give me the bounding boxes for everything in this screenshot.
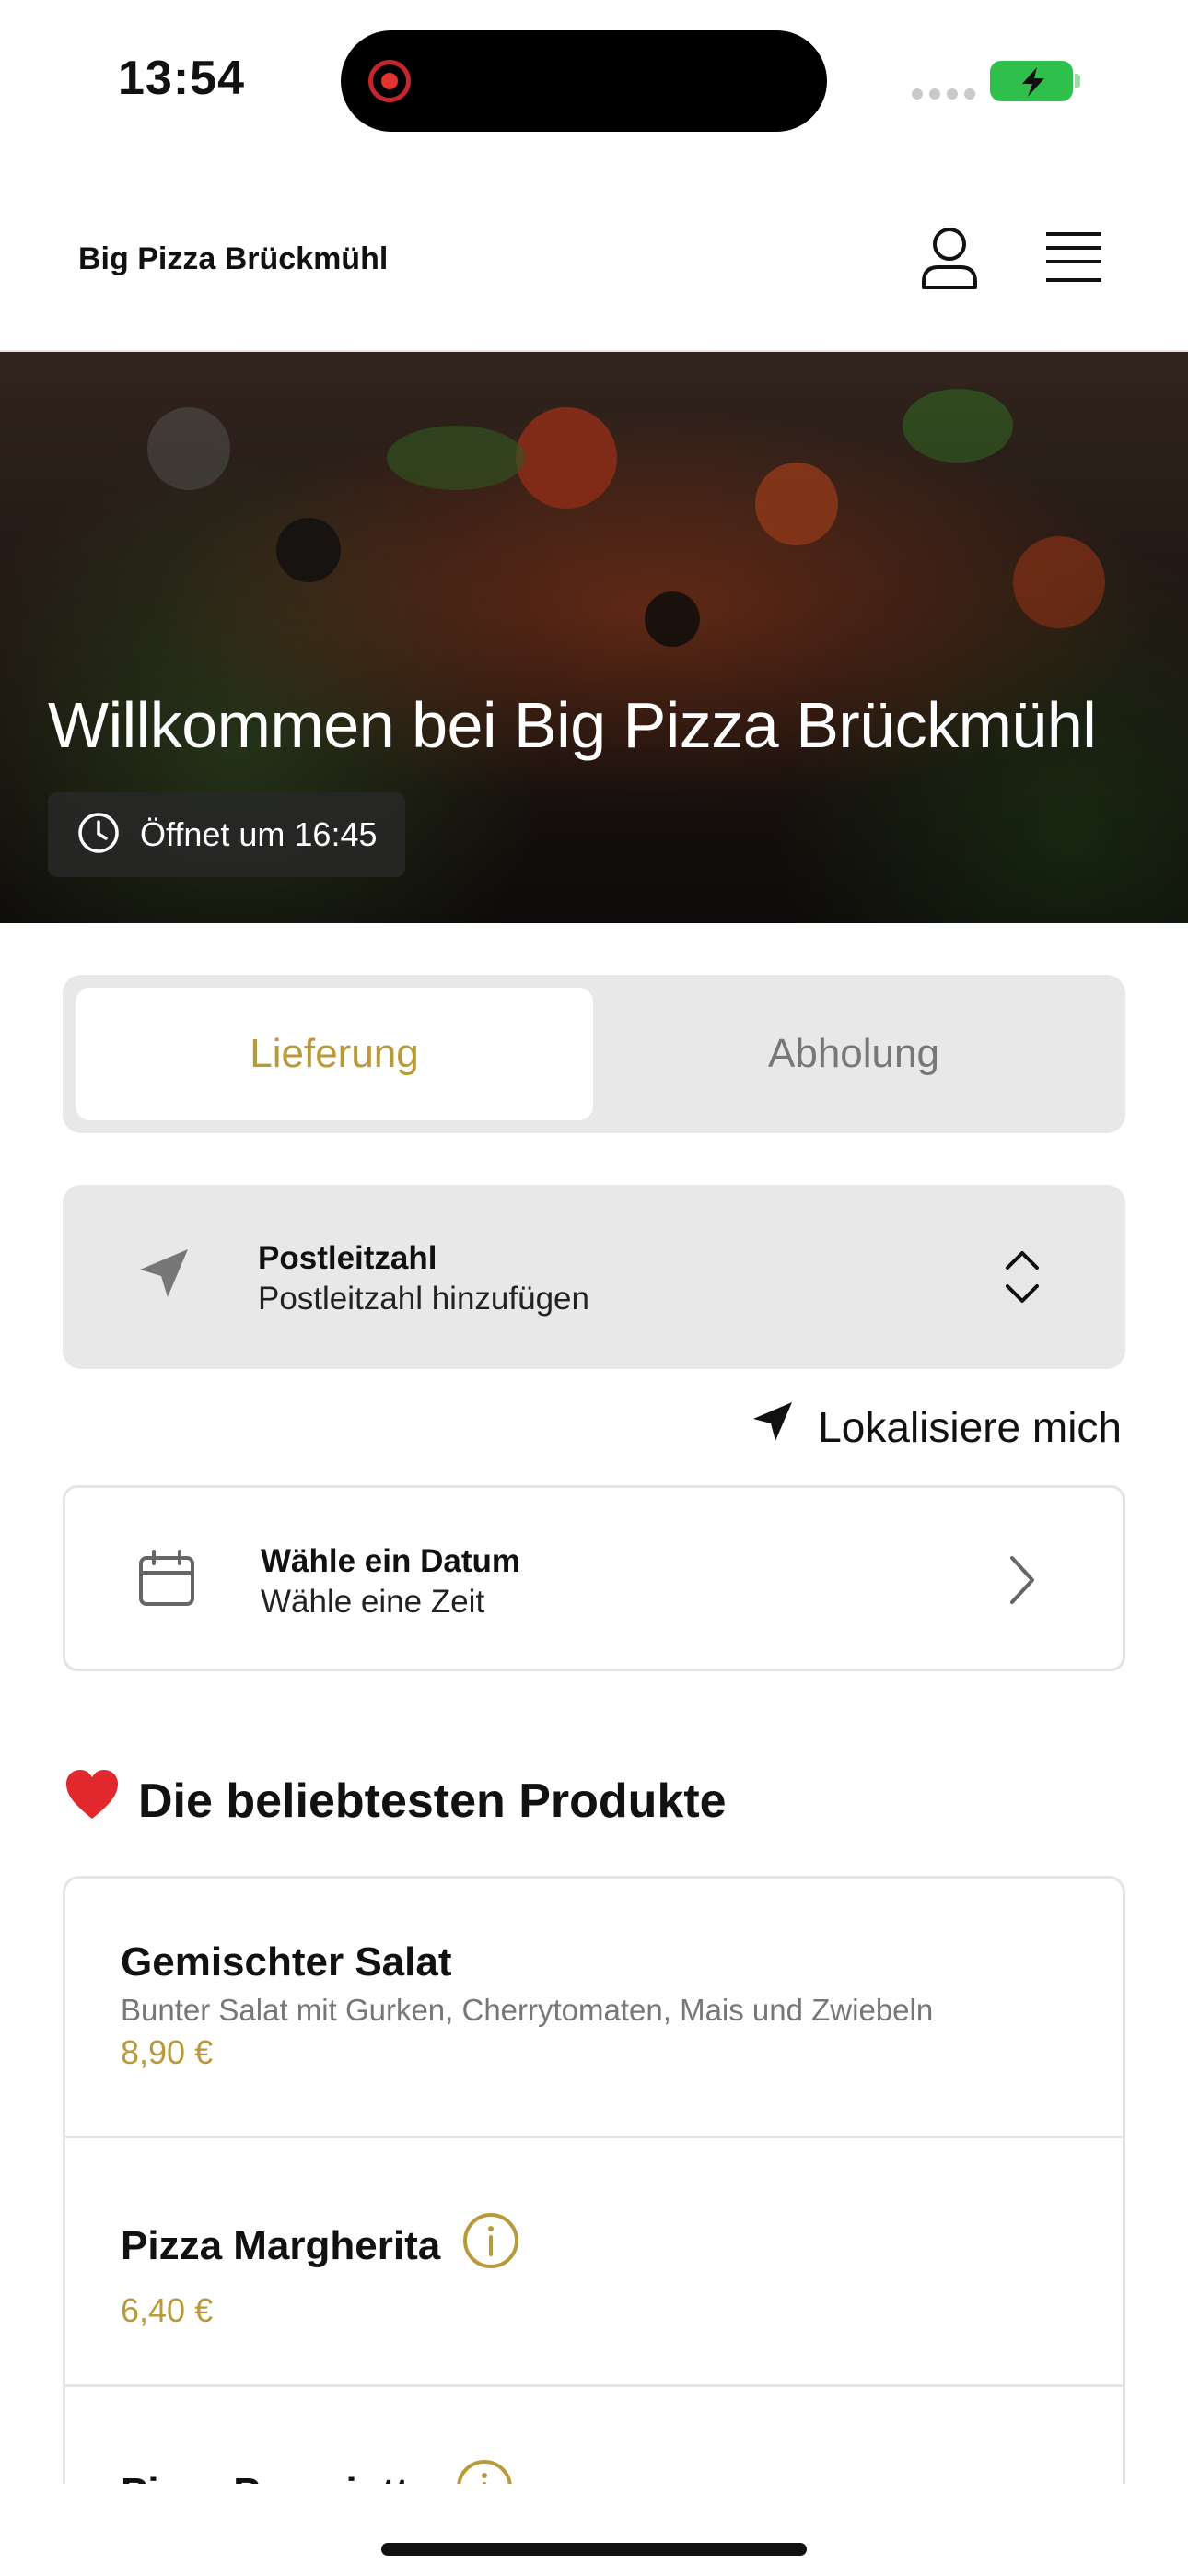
date-time-picker[interactable]: Wähle ein Datum Wähle eine Zeit: [63, 1485, 1125, 1671]
tab-delivery[interactable]: Lieferung: [76, 988, 593, 1120]
product-name-row: Pizza Prosciutto: [121, 2459, 513, 2484]
product-name-row: Pizza Margherita: [121, 2212, 519, 2279]
signal-icon: [912, 88, 975, 100]
popular-products-heading: Die beliebtesten Produkte: [64, 1769, 727, 1832]
chevron-right-icon: [1007, 1554, 1038, 1610]
location-arrow-icon: [136, 1246, 192, 1306]
battery-charging-icon: [990, 61, 1080, 101]
popular-products-title: Die beliebtesten Produkte: [138, 1774, 727, 1828]
app-header: Big Pizza Brückmühl: [0, 157, 1188, 352]
recording-indicator-icon: [368, 60, 411, 102]
product-name: Pizza Margherita: [121, 2222, 441, 2268]
time-label: Wähle eine Zeit: [261, 1584, 485, 1620]
tab-pickup[interactable]: Abholung: [595, 988, 1112, 1120]
postal-code-selector[interactable]: Postleitzahl Postleitzahl hinzufügen: [63, 1185, 1125, 1369]
product-name: Gemischter Salat: [121, 1939, 452, 1985]
product-item[interactable]: Gemischter Salat Bunter Salat mit Gurken…: [65, 1879, 1123, 2138]
hero-banner: Willkommen bei Big Pizza Brückmühl Öffne…: [0, 352, 1188, 923]
product-list: Gemischter Salat Bunter Salat mit Gurken…: [63, 1876, 1125, 2484]
user-account-icon[interactable]: [919, 227, 980, 291]
home-indicator[interactable]: [381, 2543, 807, 2556]
hero-title: Willkommen bei Big Pizza Brückmühl: [48, 689, 1097, 761]
navigation-arrow-icon: [751, 1400, 794, 1453]
order-mode-toggle: Lieferung Abholung: [63, 975, 1125, 1133]
product-price: 8,90 €: [121, 2033, 214, 2071]
status-time: 13:54: [118, 52, 245, 105]
hamburger-menu-icon[interactable]: [1044, 230, 1103, 286]
brand-name[interactable]: Big Pizza Brückmühl: [78, 241, 388, 277]
info-icon[interactable]: [462, 2212, 519, 2279]
info-icon[interactable]: [456, 2459, 513, 2484]
postal-code-placeholder: Postleitzahl hinzufügen: [258, 1281, 589, 1317]
clock-icon: [77, 812, 120, 859]
product-description: Bunter Salat mit Gurken, Cherrytomaten, …: [121, 1993, 934, 2027]
product-item[interactable]: Pizza Margherita 6,40 €: [65, 2138, 1123, 2387]
chevron-up-down-icon: [1004, 1247, 1041, 1311]
opening-time-badge: Öffnet um 16:45: [48, 792, 405, 877]
product-item[interactable]: Pizza Prosciutto: [65, 2387, 1123, 2484]
status-bar: 13:54: [0, 0, 1188, 157]
product-price: 6,40 €: [121, 2291, 214, 2329]
postal-code-label: Postleitzahl: [258, 1240, 437, 1276]
date-label: Wähle ein Datum: [261, 1543, 520, 1579]
product-name: Pizza Prosciutto: [121, 2470, 434, 2485]
locate-me-label: Lokalisiere mich: [818, 1402, 1122, 1451]
locate-me-button[interactable]: Lokalisiere mich: [751, 1400, 1122, 1453]
dynamic-island: [341, 30, 827, 132]
heart-icon: [64, 1769, 120, 1832]
opening-time-text: Öffnet um 16:45: [140, 815, 378, 853]
calendar-icon: [137, 1549, 196, 1612]
